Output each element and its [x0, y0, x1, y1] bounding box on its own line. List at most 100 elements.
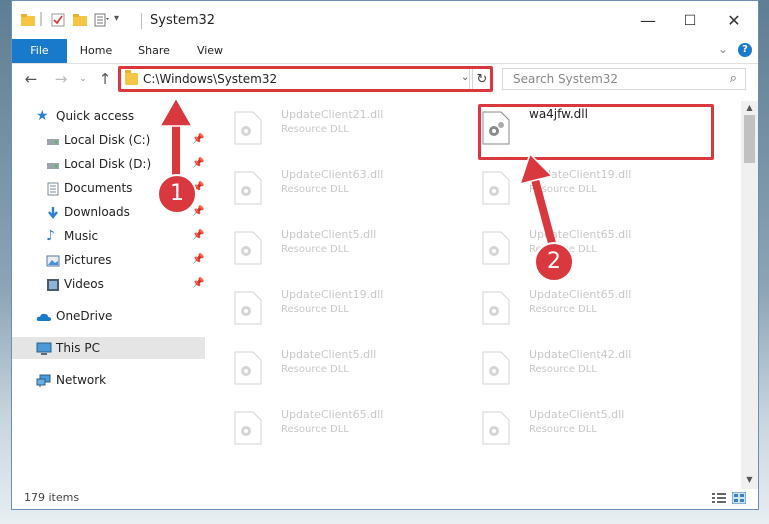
file-name: UpdateClient63.dll [281, 168, 384, 181]
nav-label: Pictures [64, 253, 112, 267]
tiles-view-icon[interactable] [731, 491, 747, 505]
dll-file-icon [234, 231, 262, 265]
minimize-button[interactable]: — [634, 9, 662, 33]
documents-icon [46, 181, 60, 196]
dll-file-icon [482, 291, 510, 325]
nav-label: Downloads [64, 205, 130, 219]
recent-locations-chevron-icon[interactable]: ⌄ [72, 68, 94, 90]
dll-file-icon [234, 171, 262, 205]
file-name: UpdateClient5.dll [281, 348, 377, 361]
dll-file-icon [234, 291, 262, 325]
nav-label: OneDrive [56, 309, 113, 323]
item-count: 179 items [24, 491, 80, 504]
search-icon: ⌕ [729, 71, 737, 86]
file-item[interactable]: UpdateClient65.dll Resource DLL [208, 401, 448, 453]
dll-file-icon [234, 411, 262, 445]
tab-view[interactable]: View [190, 39, 230, 63]
music-icon: ♪ [46, 228, 55, 244]
file-name: UpdateClient65.dll [529, 288, 632, 301]
expand-ribbon-chevron-icon[interactable]: ⌄ [718, 42, 728, 56]
file-item[interactable]: UpdateClient19.dll Resource DLL [208, 281, 448, 333]
help-icon[interactable]: ? [738, 43, 752, 57]
file-type: Resource DLL [281, 364, 349, 375]
folder-icon[interactable] [20, 12, 36, 28]
file-type: Resource DLL [529, 424, 597, 435]
close-button[interactable]: ✕ [720, 9, 748, 33]
nav-item-music[interactable]: ♪ Music 📌 [12, 225, 205, 247]
nav-item-videos[interactable]: Videos 📌 [12, 273, 205, 295]
annotation-badge-2: 2 [534, 242, 574, 282]
nav-label: Documents [64, 181, 133, 195]
nav-label: Videos [64, 277, 104, 291]
dll-file-icon [234, 351, 262, 385]
scroll-down-icon[interactable]: ▼ [741, 473, 758, 487]
nav-label: Quick access [56, 109, 135, 123]
search-input[interactable]: Search System32 [513, 72, 618, 86]
ribbon: File Home Share View ⌄ ? [12, 39, 758, 64]
file-item[interactable]: UpdateClient5.dll Resource DLL [208, 341, 448, 393]
search-box[interactable]: Search System32 ⌕ [502, 68, 746, 90]
pin-icon[interactable]: 📌 [192, 273, 204, 295]
file-list: UpdateClient21.dll Resource DLL UpdateCl… [208, 101, 742, 481]
file-name: UpdateClient21.dll [281, 108, 384, 121]
file-item[interactable]: UpdateClient42.dll Resource DLL [456, 341, 696, 393]
star-icon: ★ [36, 108, 49, 124]
file-item[interactable]: UpdateClient65.dll Resource DLL [456, 221, 696, 273]
file-type: Resource DLL [281, 244, 349, 255]
file-type: Resource DLL [281, 424, 349, 435]
nav-label: This PC [56, 341, 100, 355]
forward-button[interactable]: → [50, 68, 72, 90]
file-type: Resource DLL [281, 304, 349, 315]
nav-item-pictures[interactable]: Pictures 📌 [12, 249, 205, 271]
dll-file-icon [482, 351, 510, 385]
nav-onedrive[interactable]: OneDrive [12, 305, 205, 327]
file-type: Resource DLL [529, 364, 597, 375]
onedrive-icon [36, 309, 51, 323]
nav-network[interactable]: Network [12, 369, 205, 391]
file-name: UpdateClient5.dll [529, 408, 625, 421]
vertical-scrollbar[interactable]: ▲ ▼ [741, 101, 758, 489]
customize-toolbar-chevron-icon[interactable]: ▾ [114, 13, 130, 29]
file-name: UpdateClient19.dll [281, 288, 384, 301]
scroll-thumb[interactable] [744, 115, 755, 163]
file-name: UpdateClient5.dll [281, 228, 377, 241]
properties-icon[interactable] [50, 12, 66, 28]
nav-label: Network [56, 373, 107, 387]
highlight-box-address [118, 66, 493, 92]
tab-file[interactable]: File [12, 39, 67, 63]
drive-icon [46, 133, 60, 147]
quick-access-divider [40, 12, 42, 26]
network-icon [36, 373, 51, 387]
rename-icon[interactable] [94, 12, 110, 28]
pin-icon[interactable]: 📌 [192, 249, 204, 271]
file-item[interactable]: UpdateClient5.dll Resource DLL [208, 221, 448, 273]
title-bar: ▾ System32 — ☐ ✕ [12, 1, 758, 39]
tab-share[interactable]: Share [132, 39, 176, 63]
file-type: Resource DLL [281, 124, 349, 135]
pin-icon[interactable]: 📌 [192, 225, 204, 247]
new-folder-icon[interactable] [72, 12, 88, 28]
maximize-button[interactable]: ☐ [676, 9, 704, 33]
file-item[interactable]: UpdateClient5.dll Resource DLL [456, 401, 696, 453]
title-divider [141, 13, 142, 29]
nav-this-pc[interactable]: This PC [12, 337, 205, 359]
annotation-badge-1: 1 [157, 174, 197, 214]
drive-icon [46, 157, 60, 171]
file-type: Resource DLL [281, 184, 349, 195]
file-name: UpdateClient65.dll [281, 408, 384, 421]
file-item[interactable]: UpdateClient19.dll Resource DLL [456, 161, 696, 213]
details-view-icon[interactable] [712, 492, 726, 504]
tab-home[interactable]: Home [74, 39, 118, 63]
dll-file-icon [482, 171, 510, 205]
nav-label: Local Disk (C:) [64, 133, 151, 147]
up-button[interactable]: ↑ [94, 68, 116, 90]
scroll-up-icon[interactable]: ▲ [741, 101, 758, 115]
navigation-bar: ← → ⌄ ↑ C:\Windows\System32 ⌄ ↻ Search S… [12, 64, 758, 96]
dll-file-icon [482, 231, 510, 265]
back-button[interactable]: ← [20, 68, 42, 90]
file-item[interactable]: UpdateClient63.dll Resource DLL [208, 161, 448, 213]
status-bar: 179 items [12, 489, 758, 509]
downloads-icon [46, 205, 60, 219]
file-item[interactable]: UpdateClient65.dll Resource DLL [456, 281, 696, 333]
file-item[interactable]: UpdateClient21.dll Resource DLL [208, 101, 448, 153]
